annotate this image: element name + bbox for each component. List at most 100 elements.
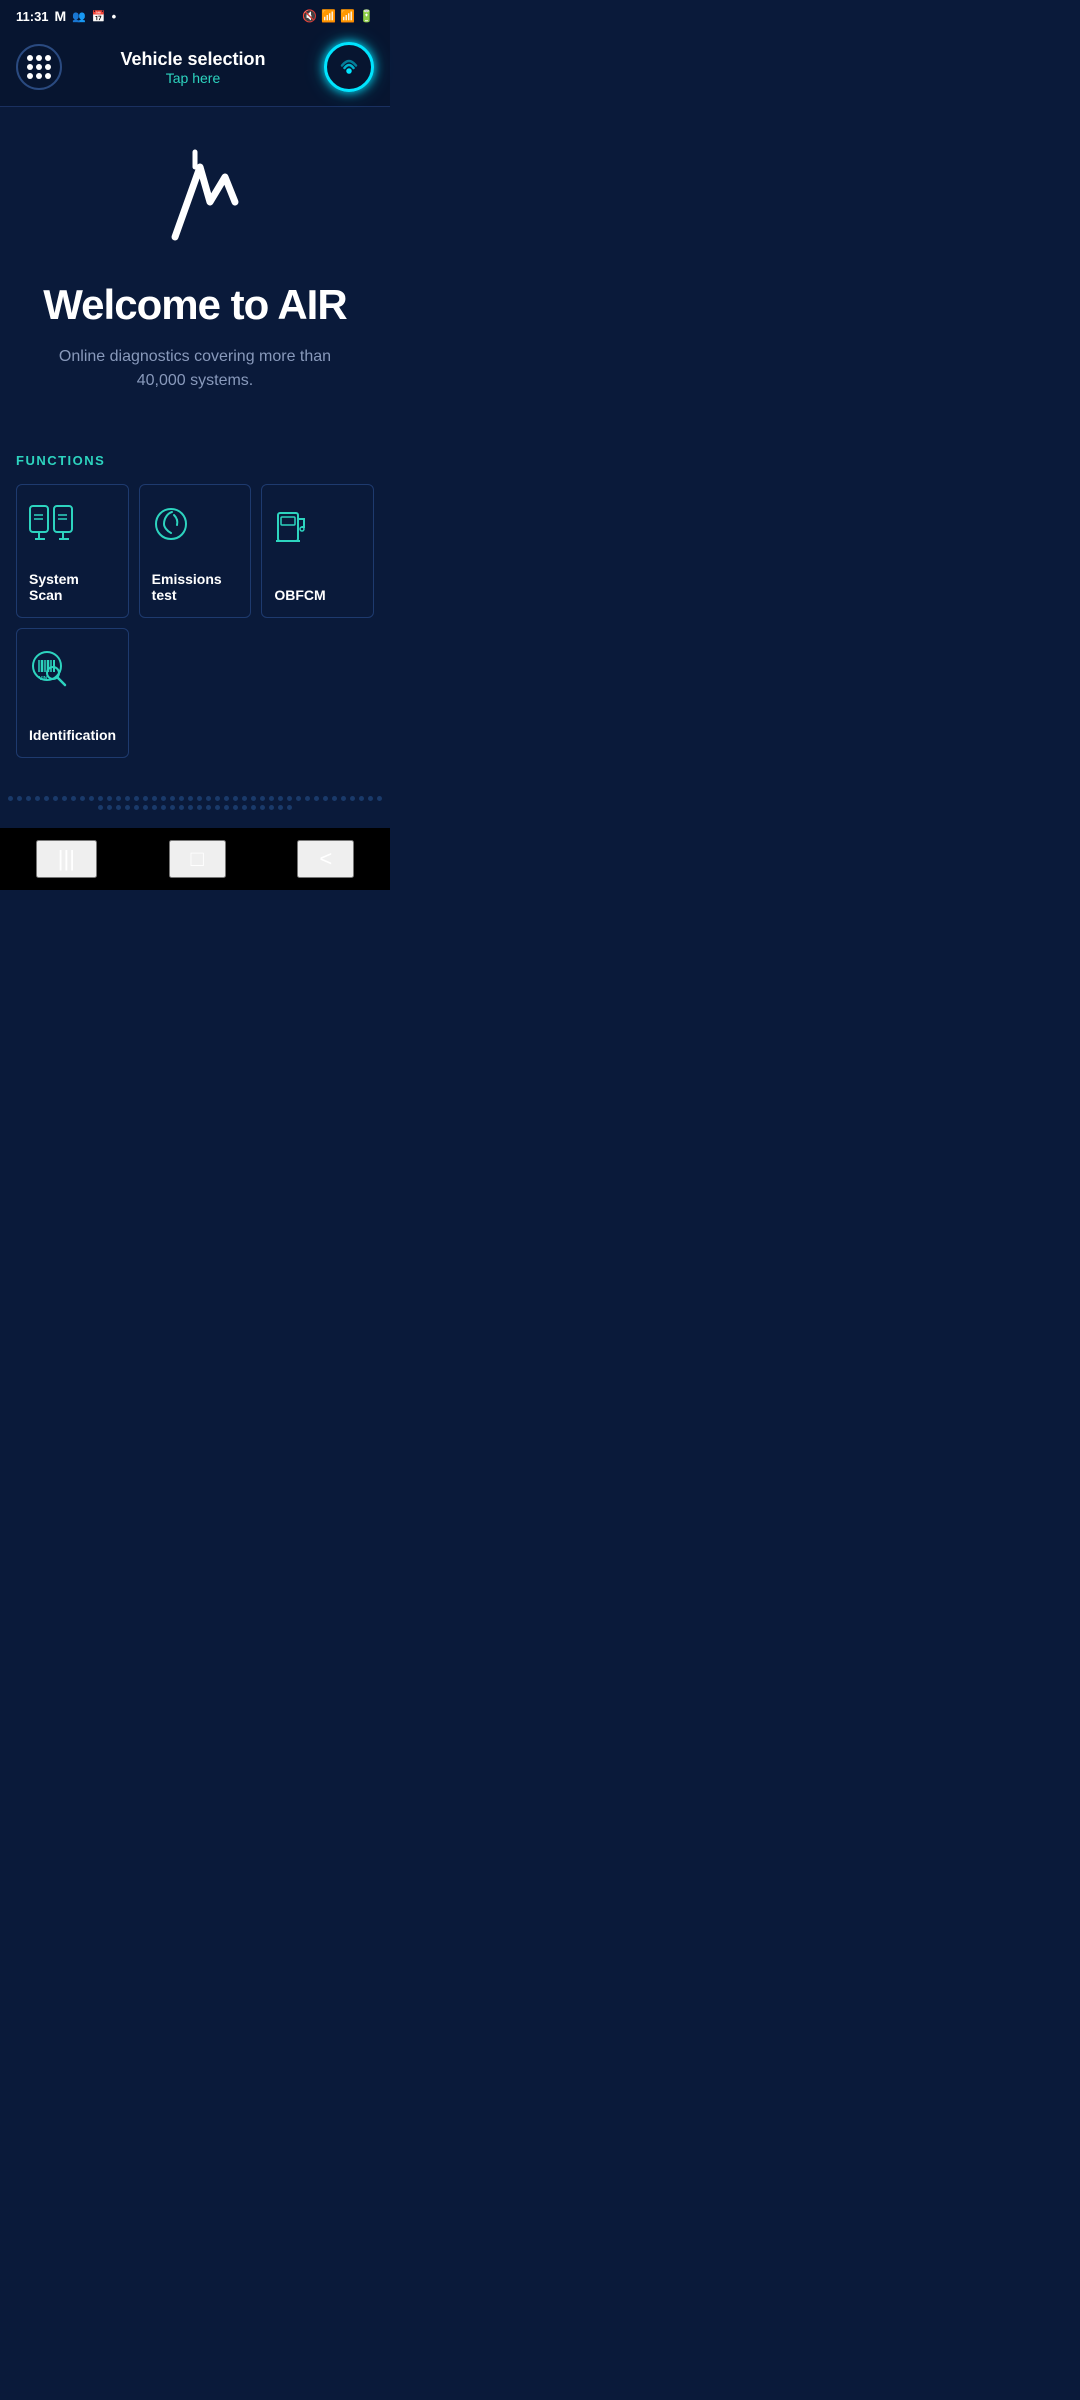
deco-dot [188, 805, 193, 810]
hero-section: Welcome to AIR Online diagnostics coveri… [0, 107, 390, 443]
deco-dot [287, 796, 292, 801]
wireless-icon [337, 53, 361, 82]
header-title-container[interactable]: Vehicle selection Tap here [62, 49, 324, 86]
air-logo-icon [145, 147, 245, 257]
deco-dot [8, 796, 13, 801]
status-time: 11:31 [16, 9, 49, 24]
deco-dot [305, 796, 310, 801]
deco-dot [179, 796, 184, 801]
deco-dot [143, 796, 148, 801]
identification-icon: VIN [29, 649, 73, 715]
vehicle-selection-label: Vehicle selection [62, 49, 324, 70]
system-scan-card[interactable]: System Scan [16, 484, 129, 618]
deco-dot [278, 796, 283, 801]
connection-button[interactable] [324, 42, 374, 92]
deco-dot [278, 805, 283, 810]
tap-here-label: Tap here [62, 70, 324, 86]
deco-dot [323, 796, 328, 801]
deco-dot [251, 805, 256, 810]
battery-icon: 🔋 [359, 9, 374, 23]
calendar-icon: 📅 [92, 10, 106, 23]
app-header: Vehicle selection Tap here [0, 32, 390, 107]
deco-dot [35, 796, 40, 801]
menu-dots-grid [27, 55, 51, 79]
deco-dot [179, 805, 184, 810]
deco-dot [287, 805, 292, 810]
menu-button[interactable] [16, 44, 62, 90]
dot-7 [27, 73, 33, 79]
notification-dot: • [112, 9, 117, 24]
deco-dot [350, 796, 355, 801]
deco-dot [62, 796, 67, 801]
deco-dot [224, 805, 229, 810]
emissions-test-card[interactable]: Emissions test [139, 484, 252, 618]
deco-dot [269, 796, 274, 801]
deco-dot [107, 796, 112, 801]
deco-dot [134, 805, 139, 810]
dot-3 [45, 55, 51, 61]
deco-dot [368, 796, 373, 801]
identification-label: Identification [29, 727, 116, 743]
system-scan-icon [29, 505, 73, 569]
deco-dot [161, 796, 166, 801]
home-button[interactable]: □ [169, 840, 226, 878]
deco-dot [44, 796, 49, 801]
deco-dot [260, 805, 265, 810]
deco-dot [161, 805, 166, 810]
functions-section: FUNCTIONS System Scan [0, 443, 390, 778]
svg-text:VIN: VIN [39, 676, 48, 682]
system-scan-label: System Scan [29, 571, 116, 603]
deco-dot [71, 796, 76, 801]
identification-card[interactable]: VIN Identification [16, 628, 129, 758]
dots-row [0, 788, 390, 818]
deco-dot [53, 796, 58, 801]
deco-dot [143, 805, 148, 810]
deco-dot [170, 796, 175, 801]
obfcm-card[interactable]: OBFCM [261, 484, 374, 618]
dot-2 [36, 55, 42, 61]
dot-9 [45, 73, 51, 79]
functions-top-row: System Scan Emissions test [16, 484, 374, 618]
deco-dot [188, 796, 193, 801]
functions-bottom-row: VIN Identification [16, 628, 374, 758]
deco-dot [242, 796, 247, 801]
deco-dot [125, 796, 130, 801]
deco-dot [89, 796, 94, 801]
deco-dot [206, 805, 211, 810]
deco-dot [341, 796, 346, 801]
functions-label: FUNCTIONS [16, 453, 374, 468]
deco-dot [251, 796, 256, 801]
status-right: 🔇 📶 📶 🔋 [302, 9, 374, 23]
recent-apps-button[interactable]: ||| [36, 840, 97, 878]
obfcm-icon [274, 505, 312, 571]
signal-icon: 📶 [340, 9, 355, 23]
dot-4 [27, 64, 33, 70]
dot-1 [27, 55, 33, 61]
mute-icon: 🔇 [302, 9, 317, 23]
back-button[interactable]: < [297, 840, 354, 878]
deco-dot [98, 805, 103, 810]
obfcm-label: OBFCM [274, 587, 325, 603]
status-left: 11:31 M 👥 📅 • [16, 8, 116, 24]
deco-dot [134, 796, 139, 801]
gmail-icon: M [55, 8, 67, 24]
deco-dot [26, 796, 31, 801]
deco-dot [332, 796, 337, 801]
navigation-bar: ||| □ < [0, 828, 390, 890]
deco-dot [170, 805, 175, 810]
wifi-status-icon: 📶 [321, 9, 336, 23]
deco-dot [125, 805, 130, 810]
deco-dot [152, 796, 157, 801]
deco-dot [242, 805, 247, 810]
dot-5 [36, 64, 42, 70]
deco-dot [152, 805, 157, 810]
bottom-decoration [0, 778, 390, 828]
dot-6 [45, 64, 51, 70]
status-bar: 11:31 M 👥 📅 • 🔇 📶 📶 🔋 [0, 0, 390, 32]
deco-dot [197, 796, 202, 801]
emissions-test-icon [152, 505, 190, 571]
deco-dot [314, 796, 319, 801]
deco-dot [260, 796, 265, 801]
deco-dot [233, 805, 238, 810]
deco-dot [296, 796, 301, 801]
